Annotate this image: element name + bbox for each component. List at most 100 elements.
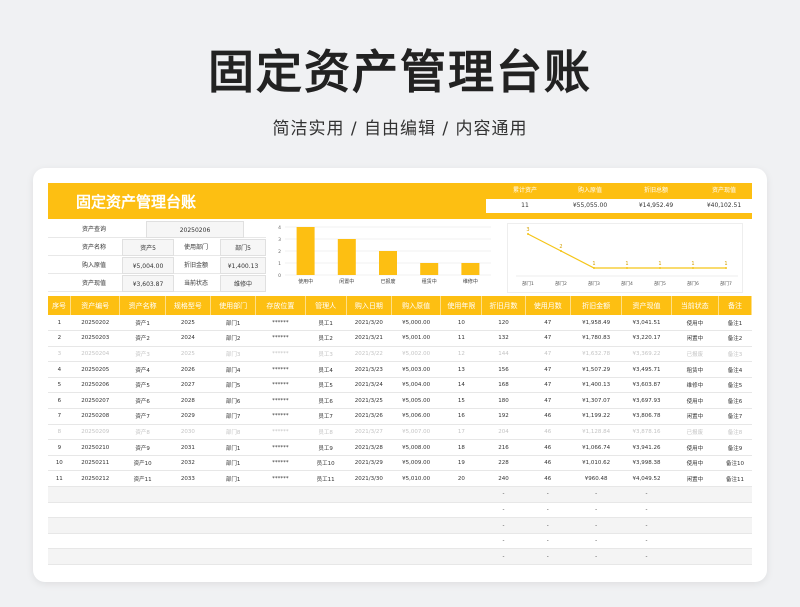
table-row[interactable]: ---- [48,517,752,534]
table-cell: 使用中 [671,439,719,456]
column-header[interactable]: 当前状态 [671,296,719,315]
table-row[interactable]: 6 20250207 资产6 2028 部门6 ****** 员工6 2021/3/25 ¥5,… [48,392,752,410]
table-cell: ****** [255,455,306,472]
table-cell: 员工8 [305,424,347,441]
column-header[interactable]: 折旧金额 [570,296,623,315]
table-cell [718,486,752,503]
column-header[interactable]: 资产现值 [621,296,672,315]
table-row[interactable]: 2 20250203 资产2 2024 部门2 ****** 员工2 2021/3/21 ¥5,… [48,330,752,347]
table-cell: 使用中 [671,455,719,472]
table-cell: 15 [440,392,482,410]
table-row[interactable]: 1 20250202 资产1 2025 部门1 ****** 员工1 2021/3/20 ¥5,… [48,315,752,332]
table-cell: 4 [48,361,71,378]
table-cell [671,517,719,534]
column-header[interactable]: 购入原值 [391,296,442,315]
table-cell: 备注5 [718,377,752,394]
table-cell: 20250202 [70,315,120,332]
table-row[interactable]: 3 20250204 资产3 2025 部门3 ****** 员工3 2021/3/22 ¥5,… [48,346,752,363]
table-cell: ****** [255,377,306,394]
column-header[interactable]: 折旧月数 [481,296,526,315]
table-cell: - [525,533,571,550]
table-cell: 2021/3/22 [346,346,392,363]
table-cell: 备注4 [718,361,752,378]
table-cell: 168 [481,377,526,394]
y-tick-label: 0 [278,273,281,279]
query-row: 资产名称 资产5 使用部门 部门5 [48,239,266,256]
table-cell [70,517,120,534]
table-cell: 备注1 [718,315,752,332]
table-cell: ¥3,369.22 [621,346,672,363]
table-row[interactable]: ---- [48,533,752,550]
table-row[interactable]: ---- [48,502,752,519]
table-cell: 资产5 [119,377,166,394]
asset-query-input[interactable]: 20250206 [146,221,244,238]
column-header[interactable]: 管理人 [305,296,347,315]
hero-subtitle: 简洁实用 / 自由编辑 / 内容通用 [272,119,528,139]
table-cell: 员工6 [305,392,347,410]
x-tick-label: 部门5 [654,280,666,287]
bar [420,263,439,275]
table-cell: 47 [525,330,571,347]
table-cell: - [481,517,526,534]
table-cell: 8 [48,424,71,441]
table-row[interactable]: 11 20250212 资产11 2033 部门1 ****** 员工11 2021/3/30… [48,470,752,488]
table-cell: 2029 [165,408,211,425]
column-header[interactable]: 使用月数 [525,296,571,315]
table-cell [346,502,392,519]
table-cell: 3 [48,346,71,363]
table-cell: ¥5,005.00 [391,392,441,410]
table-cell: 2021/3/29 [346,455,392,472]
table-cell [346,517,392,534]
table-cell: 部门1 [210,315,256,332]
table-row[interactable]: 7 20250208 资产7 2029 部门7 ****** 员工7 2021/3/26 ¥5,… [48,408,752,425]
table-cell: 备注11 [718,470,752,488]
table-cell [210,502,256,519]
table-cell [70,548,120,565]
status-value: 维修中 [220,275,266,292]
dept-label: 使用部门 [183,244,208,251]
table-cell: ¥3,220.17 [621,330,672,347]
table-row[interactable]: ---- [48,486,752,503]
table-cell [165,486,211,503]
current-value: ¥3,603.87 [122,275,174,292]
table-row[interactable]: 10 20250211 资产10 2032 部门1 ****** 员工10 2021/3/29… [48,455,752,472]
column-header[interactable]: 资产名称 [119,296,166,315]
column-header[interactable]: 备注 [718,296,753,315]
table-cell: 备注7 [718,408,752,425]
table-cell [48,517,71,534]
kpi-label: 折旧总额 [643,187,668,194]
table-cell: 120 [481,315,526,332]
table-row[interactable]: 9 20250210 资产9 2031 部门1 ****** 员工9 2021/3/28 ¥5,… [48,439,752,456]
dept-line-chart: 3 部门1 2 部门2 1 部门3 1 部门4 1 部门5 1 部门6 1 部门7 [507,223,743,293]
line-chart-svg: 3 部门1 2 部门2 1 部门3 1 部门4 1 部门5 1 部门6 1 部门7 [516,227,738,287]
table-row[interactable]: ---- [48,548,752,565]
table-cell: - [621,533,672,550]
column-header[interactable]: 使用年限 [440,296,483,315]
table-cell: - [570,486,622,503]
table-cell: 部门7 [210,408,256,425]
table-cell: 47 [525,346,571,363]
column-header[interactable]: 使用部门 [210,296,257,315]
table-cell [718,517,752,534]
table-row[interactable]: 5 20250206 资产5 2027 部门5 ****** 员工5 2021/3/24 ¥5,… [48,377,752,394]
column-header[interactable]: 资产编号 [70,296,121,315]
column-header[interactable]: 序号 [48,296,72,315]
table-cell: 47 [525,361,571,378]
table-cell: 使用中 [671,392,719,410]
sheet-title: 固定资产管理台账 [76,193,197,211]
table-cell: 11 [48,470,71,488]
table-row[interactable]: 4 20250205 资产4 2026 部门4 ****** 员工4 2021/3/23 ¥5,… [48,361,752,378]
table-cell [718,502,752,519]
table-cell: 6 [48,392,71,410]
column-header[interactable]: 购入日期 [346,296,392,315]
table-cell: 192 [481,408,526,425]
table-cell: - [621,517,672,534]
query-row: 购入原值 ¥5,004.00 折旧金额 ¥1,400.13 [48,257,266,274]
table-cell: ¥1,307.07 [570,392,622,410]
table-row[interactable]: 8 20250209 资产8 2030 部门8 ****** 员工8 2021/3/27 ¥5,… [48,424,752,441]
column-header[interactable]: 规格型号 [165,296,211,315]
table-cell [255,517,306,534]
table-cell: ****** [255,470,306,488]
column-header[interactable]: 存放位置 [255,296,306,315]
kpi-value: ¥40,102.51 [685,199,763,213]
